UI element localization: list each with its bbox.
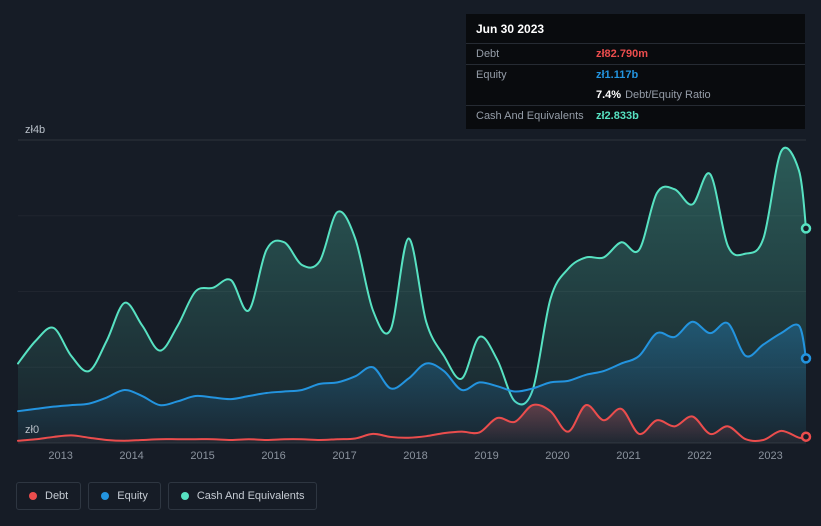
cash-and-equivalents-end-marker — [800, 223, 812, 234]
x-tick-label: 2023 — [758, 450, 782, 462]
y-axis-label-min: zł0 — [25, 424, 40, 436]
legend-label-cash: Cash And Equivalents — [196, 490, 305, 502]
chart-legend: Debt Equity Cash And Equivalents — [16, 482, 318, 510]
tooltip-row-ratio: 7.4% Debt/Equity Ratio — [466, 85, 805, 106]
tooltip-row-cash: Cash And Equivalents zł2.833b — [466, 106, 805, 129]
x-tick-label: 2019 — [474, 450, 498, 462]
debt-equity-ratio-label: Debt/Equity Ratio — [625, 89, 711, 101]
x-tick-label: 2021 — [616, 450, 640, 462]
tooltip-row-equity: Equity zł1.117b — [466, 65, 805, 85]
debt-equity-ratio-value: 7.4% — [596, 89, 622, 101]
x-tick-label: 2015 — [190, 450, 214, 462]
legend-item-debt[interactable]: Debt — [16, 482, 82, 510]
legend-item-cash[interactable]: Cash And Equivalents — [167, 482, 318, 510]
debt-series-dot-icon — [29, 492, 37, 500]
equity-series-dot-icon — [101, 492, 110, 500]
x-tick-label: 2016 — [261, 450, 285, 462]
x-tick-label: 2013 — [48, 450, 72, 462]
equity-end-marker — [800, 353, 812, 364]
legend-label-debt: Debt — [45, 490, 69, 502]
chart-tooltip: Jun 30 2023 Debt zł82.790m Equity zł1.11… — [466, 14, 805, 129]
tooltip-row-debt: Debt zł82.790m — [466, 44, 805, 65]
x-tick-label: 2017 — [332, 450, 356, 462]
legend-item-equity[interactable]: Equity — [88, 482, 161, 510]
cash-series-dot-icon — [180, 492, 189, 500]
x-tick-label: 2020 — [545, 450, 569, 462]
tooltip-label-cash: Cash And Equivalents — [476, 110, 584, 122]
tooltip-value-equity: zł1.117b — [596, 69, 639, 81]
chart-panel: 2013 2014 2015 2016 2017 2018 2019 2020 2021 2022… — [0, 0, 821, 526]
legend-label-equity: Equity — [117, 490, 148, 502]
x-tick-label: 2014 — [119, 450, 143, 462]
tooltip-date: Jun 30 2023 — [466, 14, 805, 44]
debt-end-marker — [800, 431, 812, 442]
tooltip-label-debt: Debt — [476, 48, 500, 60]
tooltip-value-debt: zł82.790m — [596, 48, 648, 60]
tooltip-label-equity: Equity — [476, 69, 507, 81]
x-tick-label: 2018 — [403, 450, 427, 462]
tooltip-value-cash: zł2.833b — [596, 110, 639, 122]
y-axis-label-max: zł4b — [25, 124, 46, 136]
x-tick-label: 2022 — [687, 450, 711, 462]
